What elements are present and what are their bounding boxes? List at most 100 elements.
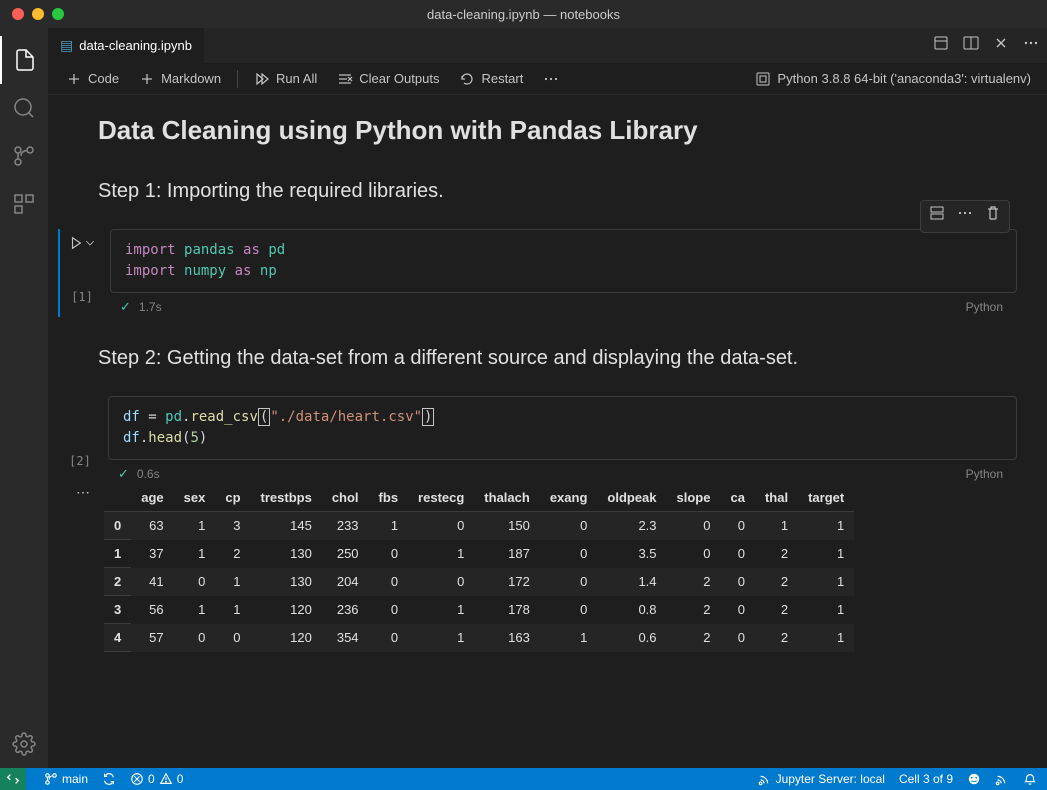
extensions-icon[interactable] [0,180,48,228]
kernel-selector[interactable]: Python 3.8.8 64-bit ('anaconda3': virtua… [755,71,1031,87]
divider [237,70,238,88]
cell-language[interactable]: Python [966,467,1003,481]
cell-value: 1 [755,512,798,540]
git-branch[interactable]: main [44,772,88,786]
cell-more-icon[interactable] [957,205,973,228]
notebook-content[interactable]: Data Cleaning using Python with Pandas L… [48,95,1047,768]
run-all-button[interactable]: Run All [246,67,325,91]
cell-value: 1 [540,624,598,652]
row-index: 3 [104,596,131,624]
tab-data-cleaning[interactable]: ▤ data-cleaning.ipynb [48,28,205,63]
cell-status: ✓ 1.7s Python [110,293,1017,317]
dataframe-table: agesexcptrestbpscholfbsrestecgthalachexa… [104,484,854,652]
split-editor-icon[interactable] [963,35,979,56]
cell-value: 0 [540,540,598,568]
more-actions-icon[interactable] [1023,35,1039,56]
remote-indicator[interactable] [0,768,26,790]
cell-value: 2 [755,540,798,568]
cell-value: 1 [798,596,854,624]
cell-value: 63 [131,512,173,540]
column-header: target [798,484,854,512]
delete-cell-icon[interactable] [985,205,1001,228]
cell-value: 1 [215,596,250,624]
source-control-icon[interactable] [0,132,48,180]
cell-value: 1 [798,512,854,540]
minimize-window[interactable] [32,8,44,20]
run-all-label: Run All [276,71,317,86]
maximize-window[interactable] [52,8,64,20]
cell-value: 41 [131,568,173,596]
cell-value: 0 [540,512,598,540]
cell-value: 120 [251,596,322,624]
cell-value: 0 [369,540,409,568]
cell-value: 120 [251,624,322,652]
code-cell-1[interactable]: [1] import pandas as pd import numpy as … [58,229,1017,317]
success-icon: ✓ [118,466,129,482]
cell-value: 57 [131,624,173,652]
toggle-output-icon[interactable] [933,35,949,56]
cell-toolbar [920,200,1010,233]
execution-count: [2] [69,454,91,468]
add-code-cell-button[interactable]: Code [58,67,127,91]
feedback-icon[interactable] [967,772,981,786]
cell-value: 0 [667,512,721,540]
page-title: Data Cleaning using Python with Pandas L… [58,115,1017,146]
exec-time: 0.6s [137,467,160,481]
cell-language[interactable]: Python [966,300,1003,314]
column-header: sex [174,484,216,512]
table-row: 241011302040017201.42021 [104,568,854,596]
cell-value: 204 [322,568,369,596]
markdown-label: Markdown [161,71,221,86]
cell-value: 0.6 [597,624,666,652]
cell-value: 0 [720,512,754,540]
cell-value: 354 [322,624,369,652]
output-ellipsis-icon[interactable]: ⋯ [76,484,90,501]
status-bar: main 0 0 Jupyter Server: local Cell 3 of… [0,768,1047,790]
sync-button[interactable] [102,772,116,786]
cell-value: 0 [215,624,250,652]
cell-value: 0 [174,624,216,652]
toolbar-more-icon[interactable] [535,67,567,91]
search-icon[interactable] [0,84,48,132]
cell-value: 0.8 [597,596,666,624]
cell-value: 3.5 [597,540,666,568]
code-editor[interactable]: import pandas as pd import numpy as np [110,229,1017,293]
markdown-cell-step2[interactable]: Step 2: Getting the data-set from a diff… [58,347,1017,370]
close-window[interactable] [12,8,24,20]
exec-time: 1.7s [139,300,162,314]
cell-value: 0 [408,512,474,540]
cell-value: 2 [215,540,250,568]
explorer-icon[interactable] [0,36,48,84]
table-row: 137121302500118703.50021 [104,540,854,568]
cell-value: 1 [408,624,474,652]
markdown-cell-step1[interactable]: Step 1: Importing the required libraries… [58,180,1017,203]
cell-value: 2.3 [597,512,666,540]
column-header: thal [755,484,798,512]
code-cell-2[interactable]: [2] df = pd.read_csv("./data/heart.csv")… [58,396,1017,652]
code-editor[interactable]: df = pd.read_csv("./data/heart.csv") df.… [108,396,1017,460]
jupyter-server-status[interactable]: Jupyter Server: local [758,772,885,786]
restart-button[interactable]: Restart [451,67,531,91]
cell-value: 2 [667,624,721,652]
step2-heading: Step 2: Getting the data-set from a diff… [58,347,1017,370]
ports-icon[interactable] [995,772,1009,786]
notifications-icon[interactable] [1023,772,1037,786]
table-row: 457001203540116310.62021 [104,624,854,652]
clear-outputs-button[interactable]: Clear Outputs [329,67,447,91]
jupyter-label: Jupyter Server: local [776,772,885,786]
split-cell-icon[interactable] [929,205,945,228]
cell-value: 130 [251,568,322,596]
add-markdown-cell-button[interactable]: Markdown [131,67,229,91]
problems-button[interactable]: 0 0 [130,772,183,786]
settings-icon[interactable] [0,720,48,768]
close-editor-icon[interactable] [993,35,1009,56]
cell-value: 150 [474,512,540,540]
run-cell-button[interactable] [69,229,95,250]
cell-value: 2 [755,624,798,652]
cell-position[interactable]: Cell 3 of 9 [899,772,953,786]
cell-value: 236 [322,596,369,624]
markdown-cell-title[interactable]: Data Cleaning using Python with Pandas L… [58,115,1017,146]
row-index: 2 [104,568,131,596]
cell-value: 1 [369,512,409,540]
cell-value: 178 [474,596,540,624]
